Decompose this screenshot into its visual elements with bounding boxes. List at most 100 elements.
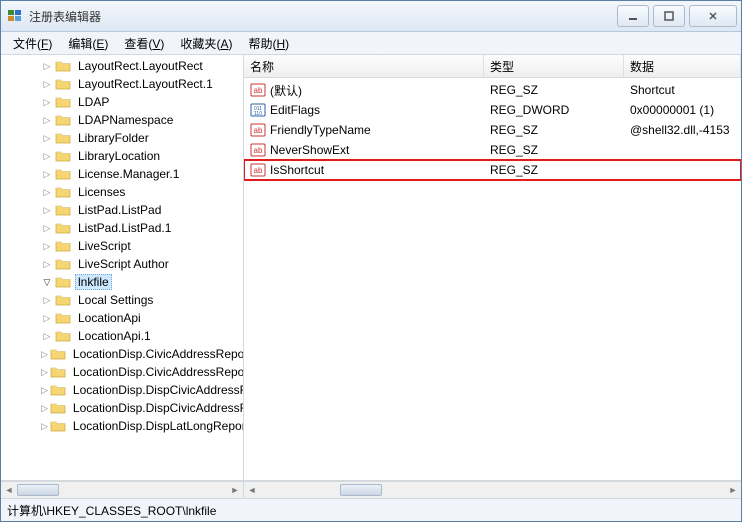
horizontal-scrollbars: ◄ ► ◄ ► [1, 481, 741, 498]
svg-text:ab: ab [254, 146, 263, 155]
expander-icon[interactable] [41, 204, 53, 216]
expander-icon[interactable] [41, 240, 53, 252]
folder-icon [55, 220, 71, 236]
menu-favorites[interactable]: 收藏夹(A) [172, 33, 240, 54]
tree-item[interactable]: ListPad.ListPad.1 [1, 219, 243, 237]
tree-item-label: LocationDisp.DispCivicAddressReport.1 [70, 401, 243, 415]
window-controls [617, 5, 737, 27]
expander-icon[interactable] [41, 60, 53, 72]
tree-item-label: lnkfile [75, 274, 112, 290]
tree-item-label: LayoutRect.LayoutRect [75, 59, 206, 73]
tree-item[interactable]: Local Settings [1, 291, 243, 309]
tree-item[interactable]: LiveScript [1, 237, 243, 255]
value-row[interactable]: 011110EditFlagsREG_DWORD0x00000001 (1) [244, 100, 741, 120]
tree-item[interactable]: LocationDisp.DispCivicAddressReport.1 [1, 399, 243, 417]
tree-item[interactable]: lnkfile [1, 273, 243, 291]
tree-item[interactable]: ListPad.ListPad [1, 201, 243, 219]
tree-item[interactable]: LDAP [1, 93, 243, 111]
tree-item[interactable]: LayoutRect.LayoutRect.1 [1, 75, 243, 93]
expander-icon[interactable] [41, 114, 53, 126]
value-type: REG_SZ [484, 163, 624, 177]
value-data: @shell32.dll,-4153 [624, 123, 741, 137]
values-pane: 名称 类型 数据 ab(默认)REG_SZShortcut011110EditF… [244, 55, 741, 480]
menu-help[interactable]: 帮助(H) [240, 33, 297, 54]
expander-icon[interactable] [41, 294, 53, 306]
tree-item[interactable]: LayoutRect.LayoutRect [1, 57, 243, 75]
expander-icon[interactable] [41, 420, 48, 432]
folder-icon [55, 130, 71, 146]
expander-icon[interactable] [41, 132, 53, 144]
folder-icon [50, 382, 66, 398]
tree-item[interactable]: LocationDisp.CivicAddressReport.1 [1, 363, 243, 381]
expander-icon[interactable] [41, 222, 53, 234]
column-header-data[interactable]: 数据 [624, 55, 741, 77]
expander-icon[interactable] [41, 168, 53, 180]
tree-item-label: LocationDisp.DispCivicAddressReport [70, 383, 243, 397]
expander-icon[interactable] [41, 150, 53, 162]
tree-item[interactable]: LibraryLocation [1, 147, 243, 165]
tree-item-label: LiveScript Author [75, 257, 172, 271]
tree-pane[interactable]: LayoutRect.LayoutRect LayoutRect.LayoutRe… [1, 55, 244, 480]
value-type: REG_DWORD [484, 103, 624, 117]
tree-item-label: LocationDisp.CivicAddressReport.1 [70, 365, 243, 379]
maximize-button[interactable] [653, 5, 685, 27]
tree-item[interactable]: LocationDisp.CivicAddressReport [1, 345, 243, 363]
list-scroll-left-button[interactable]: ◄ [244, 482, 260, 498]
menu-edit[interactable]: 编辑(E) [60, 33, 116, 54]
tree-item-label: LibraryFolder [75, 131, 152, 145]
tree-item[interactable]: LibraryFolder [1, 129, 243, 147]
menu-file[interactable]: 文件(F) [5, 33, 60, 54]
expander-icon[interactable] [41, 384, 48, 396]
expander-icon[interactable] [41, 312, 53, 324]
expander-icon[interactable] [41, 258, 53, 270]
tree-scroll-left-button[interactable]: ◄ [1, 482, 17, 498]
value-type: REG_SZ [484, 143, 624, 157]
tree-item[interactable]: LocationDisp.DispLatLongReport [1, 417, 243, 435]
expander-icon[interactable] [41, 78, 53, 90]
folder-icon [55, 292, 71, 308]
menu-view[interactable]: 查看(V) [116, 33, 172, 54]
column-header-type[interactable]: 类型 [484, 55, 624, 77]
value-row[interactable]: ab(默认)REG_SZShortcut [244, 80, 741, 100]
expander-icon[interactable] [41, 366, 48, 378]
folder-icon [55, 238, 71, 254]
folder-icon [55, 148, 71, 164]
tree-scroll-right-button[interactable]: ► [227, 482, 243, 498]
string-value-icon: ab [250, 82, 266, 98]
folder-icon [55, 94, 71, 110]
list-scroll-thumb[interactable] [340, 484, 382, 496]
tree-item[interactable]: LiveScript Author [1, 255, 243, 273]
tree-item[interactable]: License.Manager.1 [1, 165, 243, 183]
expander-icon[interactable] [41, 348, 48, 360]
tree-item[interactable]: LocationApi.1 [1, 327, 243, 345]
column-header-name[interactable]: 名称 [244, 55, 484, 77]
tree-item[interactable]: LocationApi [1, 309, 243, 327]
tree-item[interactable]: LDAPNamespace [1, 111, 243, 129]
tree-item-label: LiveScript [75, 239, 134, 253]
expander-icon[interactable] [41, 276, 53, 288]
svg-text:ab: ab [254, 166, 263, 175]
value-row[interactable]: ab IsShortcut REG_SZ [244, 160, 741, 180]
tree-item[interactable]: LocationDisp.DispCivicAddressReport [1, 381, 243, 399]
folder-icon [55, 112, 71, 128]
expander-icon[interactable] [41, 186, 53, 198]
string-value-icon: ab [250, 162, 266, 178]
value-name: IsShortcut [270, 163, 324, 177]
value-name: NeverShowExt [270, 143, 349, 157]
tree-scroll-thumb[interactable] [17, 484, 59, 496]
value-name: EditFlags [270, 103, 320, 117]
values-list[interactable]: ab(默认)REG_SZShortcut011110EditFlagsREG_D… [244, 78, 741, 480]
value-row[interactable]: ab NeverShowExt REG_SZ [244, 140, 741, 160]
expander-icon[interactable] [41, 330, 53, 342]
list-scrollbar[interactable] [260, 482, 725, 498]
minimize-button[interactable] [617, 5, 649, 27]
expander-icon[interactable] [41, 402, 48, 414]
value-row[interactable]: abFriendlyTypeNameREG_SZ@shell32.dll,-41… [244, 120, 741, 140]
list-scroll-right-button[interactable]: ► [725, 482, 741, 498]
expander-icon[interactable] [41, 96, 53, 108]
folder-icon [55, 58, 71, 74]
tree-scrollbar[interactable] [17, 482, 227, 498]
folder-icon [55, 274, 71, 290]
tree-item[interactable]: Licenses [1, 183, 243, 201]
close-button[interactable] [689, 5, 737, 27]
